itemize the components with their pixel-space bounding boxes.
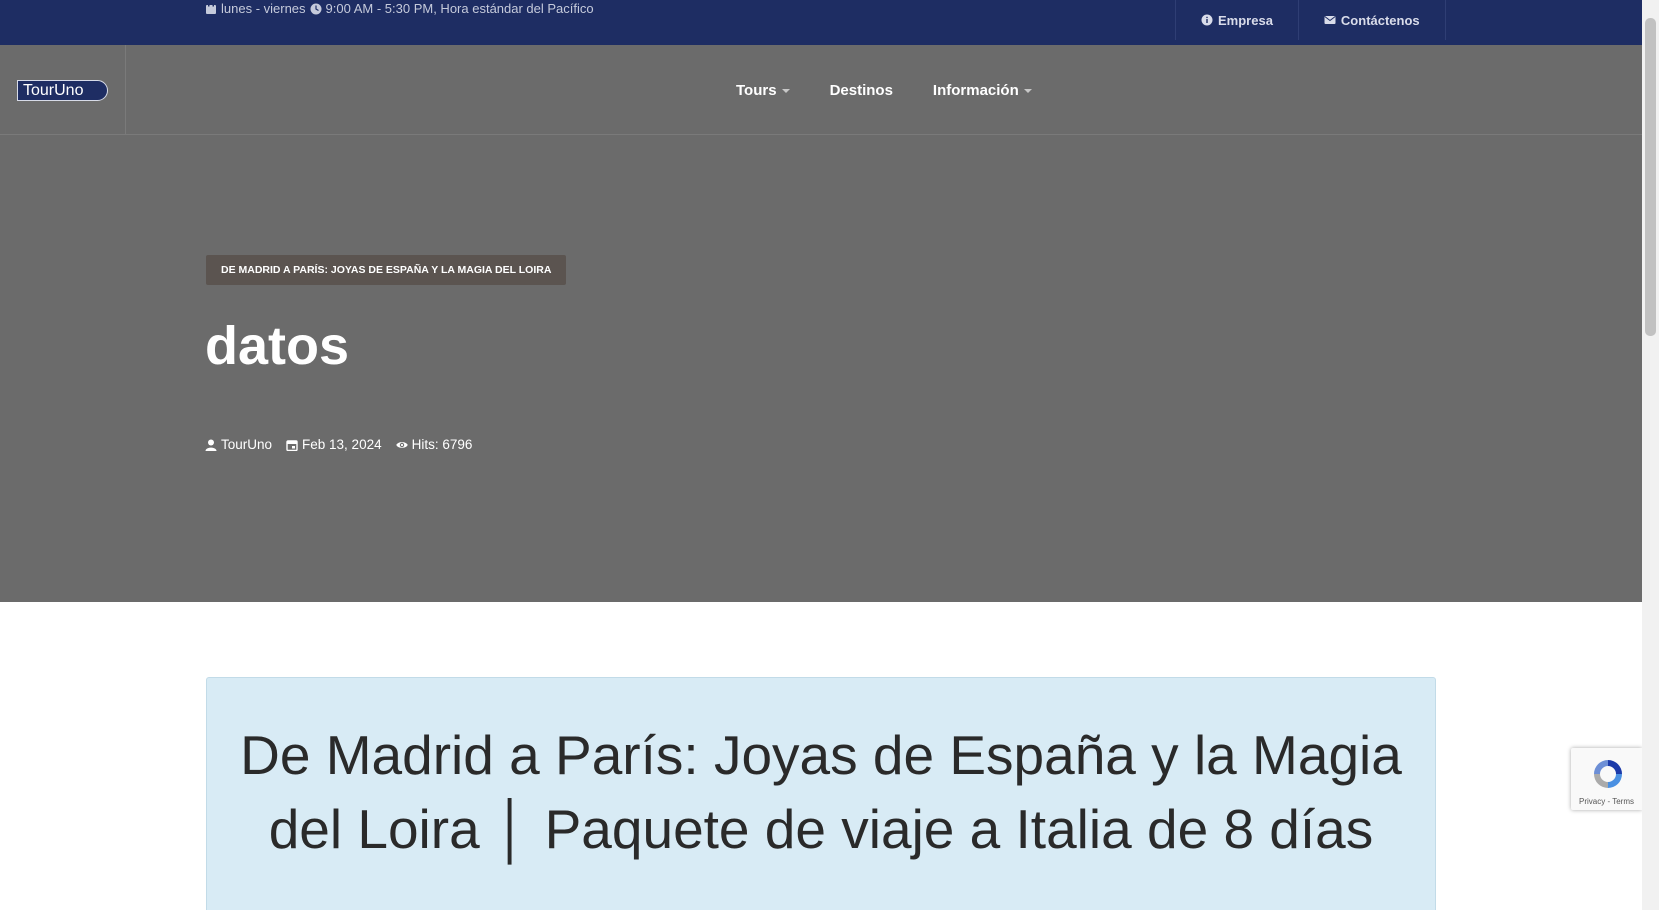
calendar-icon: [206, 3, 216, 14]
empresa-link[interactable]: Empresa: [1175, 0, 1298, 40]
scrollbar-thumb[interactable]: [1645, 18, 1656, 336]
nav-item-destinos-label: Destinos: [829, 81, 893, 99]
nav-item-informacion-label: Información: [932, 81, 1019, 99]
page-title: datos: [205, 316, 350, 376]
main-navbar: TourUno Tours Destinos Información: [0, 45, 1642, 135]
top-links: Empresa Contáctenos: [1175, 0, 1446, 40]
caret-down-icon: [781, 89, 790, 93]
meta-date-text: Feb 13, 2024: [302, 437, 382, 452]
meta-author-name: TourUno: [221, 437, 273, 452]
content-box: De Madrid a París: Joyas de España y la …: [206, 677, 1436, 910]
contactenos-link-label: Contáctenos: [1340, 12, 1420, 28]
business-days: lunes - viernes: [221, 1, 306, 16]
empresa-link-label: Empresa: [1218, 12, 1273, 28]
contactenos-link[interactable]: Contáctenos: [1297, 0, 1446, 40]
nav-item-destinos[interactable]: Destinos: [830, 82, 893, 99]
calendar-icon: [286, 439, 298, 451]
business-hours: lunes - viernes 9:00 AM - 5:30 PM, Hora …: [205, 1, 594, 16]
clock-icon: [310, 3, 322, 14]
nav-item-tours-label: Tours: [736, 81, 777, 99]
caret-down-icon: [1023, 89, 1032, 93]
main-menu: Tours Destinos Información: [736, 45, 1032, 135]
recaptcha-links[interactable]: Privacy - Terms: [1571, 797, 1642, 806]
site-logo[interactable]: TourUno: [17, 80, 108, 101]
meta-author: TourUno: [205, 437, 272, 452]
info-icon: [1201, 14, 1213, 26]
page: lunes - viernes 9:00 AM - 5:30 PM, Hora …: [0, 0, 1659, 910]
nav-item-tours[interactable]: Tours: [736, 82, 790, 99]
article-meta: TourUno Feb 13, 2024 Hits: 6796: [205, 437, 472, 452]
business-time: 9:00 AM - 5:30 PM, Hora estándar del Pac…: [325, 1, 594, 16]
hero-section: TourUno Tours Destinos Información DE MA…: [0, 45, 1642, 602]
eye-icon: [395, 441, 408, 448]
top-bar: lunes - viernes 9:00 AM - 5:30 PM, Hora …: [0, 0, 1642, 45]
page-scrollbar[interactable]: [1642, 0, 1659, 910]
meta-hits-text: Hits: 6796: [411, 437, 473, 452]
category-badge[interactable]: DE MADRID A PARÍS: JOYAS DE ESPAÑA Y LA …: [206, 255, 567, 285]
meta-hits: Hits: 6796: [395, 437, 473, 452]
recaptcha-logo-icon: [1594, 760, 1622, 788]
content-heading: De Madrid a París: Joyas de España y la …: [240, 724, 1402, 860]
user-icon: [205, 439, 217, 451]
envelope-icon: [1324, 16, 1336, 24]
recaptcha-badge[interactable]: Privacy - Terms: [1571, 748, 1642, 810]
logo-container: TourUno: [0, 45, 126, 135]
meta-date: Feb 13, 2024: [286, 437, 382, 452]
nav-item-informacion[interactable]: Información: [933, 82, 1032, 99]
